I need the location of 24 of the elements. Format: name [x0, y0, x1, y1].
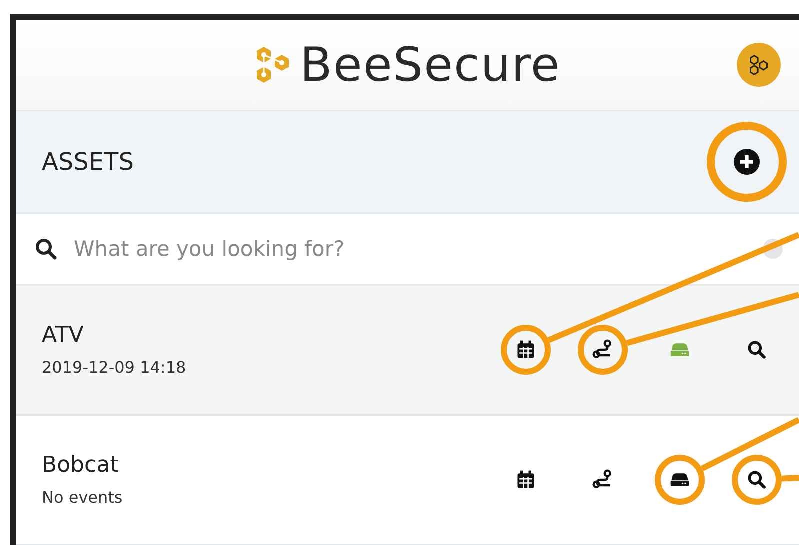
route-icon [592, 469, 614, 491]
plus-icon [734, 148, 760, 174]
add-button[interactable] [707, 122, 787, 202]
asset-row[interactable]: ATV 2019-12-09 14:18 [16, 286, 799, 416]
hexagon-icon [748, 54, 770, 76]
asset-last-event: 2019-12-09 14:18 [42, 358, 186, 377]
search-button[interactable] [732, 455, 782, 505]
search-icon [746, 469, 768, 491]
asset-name: ATV [42, 323, 85, 348]
app-title: BeeSecure [300, 38, 561, 92]
route-icon [592, 339, 614, 361]
asset-name: Bobcat [42, 453, 120, 478]
leader-line [782, 475, 799, 482]
section-title: ASSETS [42, 148, 134, 176]
asset-last-event: No events [42, 488, 123, 507]
calendar-button[interactable] [501, 325, 551, 375]
calendar-icon [515, 339, 537, 361]
search-icon [34, 237, 58, 261]
route-button[interactable] [578, 325, 628, 375]
calendar-icon [515, 469, 537, 491]
drive-button[interactable] [655, 455, 705, 505]
avatar-button[interactable] [737, 43, 781, 87]
search-field[interactable]: What are you looking for? [74, 237, 747, 261]
search-icon [746, 339, 768, 361]
